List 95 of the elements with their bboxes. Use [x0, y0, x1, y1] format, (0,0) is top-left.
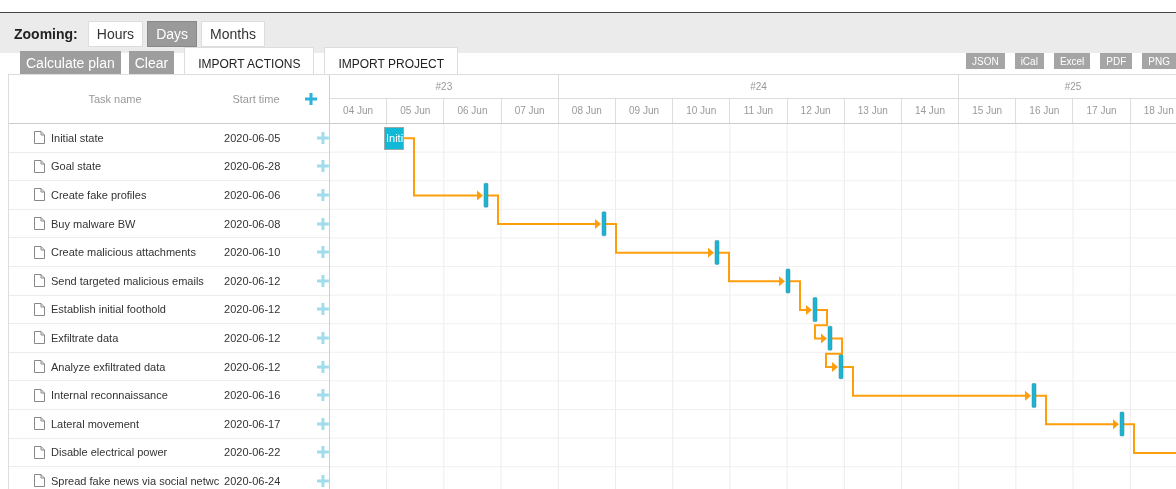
add-icon[interactable]: [317, 274, 329, 287]
file-icon: [34, 274, 45, 288]
file-icon: [34, 159, 45, 173]
file-icon: [34, 445, 45, 459]
milestone-bar[interactable]: [1031, 383, 1037, 408]
start-time: 2020-06-12: [224, 331, 282, 344]
file-icon: [34, 388, 45, 402]
file-icon: [34, 188, 45, 202]
day-label: 14 Jun: [914, 105, 945, 116]
start-time: 2020-06-12: [224, 303, 282, 316]
export-button[interactable]: PDF: [1100, 53, 1133, 69]
task-name: Disable electrical power: [51, 446, 169, 459]
calculate-button[interactable]: Calculate plan: [20, 51, 121, 74]
task-name: Goal state: [51, 160, 103, 173]
zoom-label: Zooming:: [14, 26, 78, 42]
export-button[interactable]: JSON: [965, 53, 1005, 69]
add-icon[interactable]: [317, 417, 329, 430]
add-icon[interactable]: [317, 446, 329, 459]
milestone-bar[interactable]: [714, 240, 720, 265]
export-button[interactable]: Excel: [1053, 53, 1091, 69]
file-icon: [34, 360, 45, 374]
file-icon: [34, 131, 45, 145]
clear-button[interactable]: Clear: [128, 51, 175, 74]
task-name: Establish initial foothold: [51, 303, 167, 316]
milestone-bar[interactable]: [1119, 411, 1125, 437]
export-button[interactable]: PNG: [1142, 53, 1176, 69]
export-button[interactable]: iCal: [1014, 53, 1044, 69]
task-name: Create fake profiles: [51, 189, 148, 201]
column-header: Task name: [87, 93, 143, 105]
start-time: 2020-06-08: [224, 217, 282, 230]
task-name: Lateral movement: [51, 417, 141, 430]
import-tab[interactable]: IMPORT PROJECT: [324, 47, 459, 74]
milestone-bar[interactable]: [601, 211, 607, 237]
add-icon[interactable]: [317, 246, 329, 259]
add-icon[interactable]: [317, 217, 329, 230]
day-label: 08 Jun: [571, 105, 602, 116]
task-name: Initial state: [51, 131, 105, 144]
start-time: 2020-06-22: [224, 446, 282, 459]
start-time: 2020-06-12: [224, 274, 282, 287]
start-time: 2020-06-12: [224, 360, 282, 373]
add-icon[interactable]: [317, 131, 329, 144]
start-time: 2020-06-06: [224, 189, 282, 201]
week-label: #24: [750, 81, 767, 92]
file-icon: [34, 245, 45, 259]
import-tab[interactable]: IMPORT ACTIONS: [184, 47, 315, 74]
day-label: 16 Jun: [1029, 105, 1060, 116]
day-label: 18 Jun: [1143, 105, 1174, 116]
file-icon: [34, 217, 45, 231]
add-icon[interactable]: [317, 474, 329, 487]
add-icon[interactable]: [317, 331, 329, 344]
day-label: 10 Jun: [686, 105, 717, 116]
milestone-bar[interactable]: [483, 182, 489, 208]
start-time: 2020-06-10: [224, 246, 282, 259]
task-bar[interactable]: Initi: [384, 127, 404, 150]
add-icon[interactable]: [317, 360, 329, 373]
task-name: Buy malware BW: [51, 217, 137, 230]
start-time: 2020-06-28: [224, 160, 282, 173]
week-label: #23: [435, 81, 453, 92]
column-header: Start time: [231, 93, 281, 105]
file-icon: [34, 331, 45, 345]
file-icon: [34, 302, 45, 316]
task-name: Spread fake news via social netwc: [51, 474, 221, 487]
zoom-button[interactable]: Hours: [87, 21, 144, 47]
task-name: Internal reconnaissance: [51, 389, 169, 402]
start-time: 2020-06-16: [224, 389, 282, 402]
add-icon[interactable]: [317, 303, 329, 316]
zoom-button[interactable]: Days: [147, 21, 198, 47]
add-icon[interactable]: [317, 389, 329, 402]
task-name: Create malicious attachments: [51, 246, 197, 259]
day-label: 06 Jun: [457, 105, 488, 116]
task-name: Exfiltrate data: [51, 331, 120, 344]
milestone-bar[interactable]: [785, 268, 791, 294]
day-label: 07 Jun: [514, 105, 545, 116]
day-label: 05 Jun: [400, 105, 431, 116]
zoom-button[interactable]: Months: [201, 21, 265, 47]
task-name: Send targeted malicious emails: [51, 274, 205, 287]
day-label: 17 Jun: [1086, 105, 1117, 116]
day-label: 13 Jun: [857, 105, 888, 116]
add-icon[interactable]: [305, 93, 317, 105]
day-label: 15 Jun: [972, 105, 1003, 116]
file-icon: [34, 417, 45, 431]
add-icon[interactable]: [317, 160, 329, 173]
task-name: Analyze exfiltrated data: [51, 360, 167, 373]
milestone-bar[interactable]: [838, 354, 844, 380]
day-label: 04 Jun: [343, 105, 374, 116]
add-icon[interactable]: [317, 189, 329, 201]
day-label: 09 Jun: [629, 105, 660, 116]
start-time: 2020-06-05: [224, 131, 282, 144]
milestone-bar[interactable]: [812, 297, 818, 322]
start-time: 2020-06-24: [224, 474, 282, 487]
milestone-bar[interactable]: [827, 325, 833, 351]
day-label: 12 Jun: [800, 105, 831, 116]
week-label: #25: [1064, 81, 1082, 92]
start-time: 2020-06-17: [224, 417, 282, 430]
day-label: 11 Jun: [743, 105, 774, 116]
